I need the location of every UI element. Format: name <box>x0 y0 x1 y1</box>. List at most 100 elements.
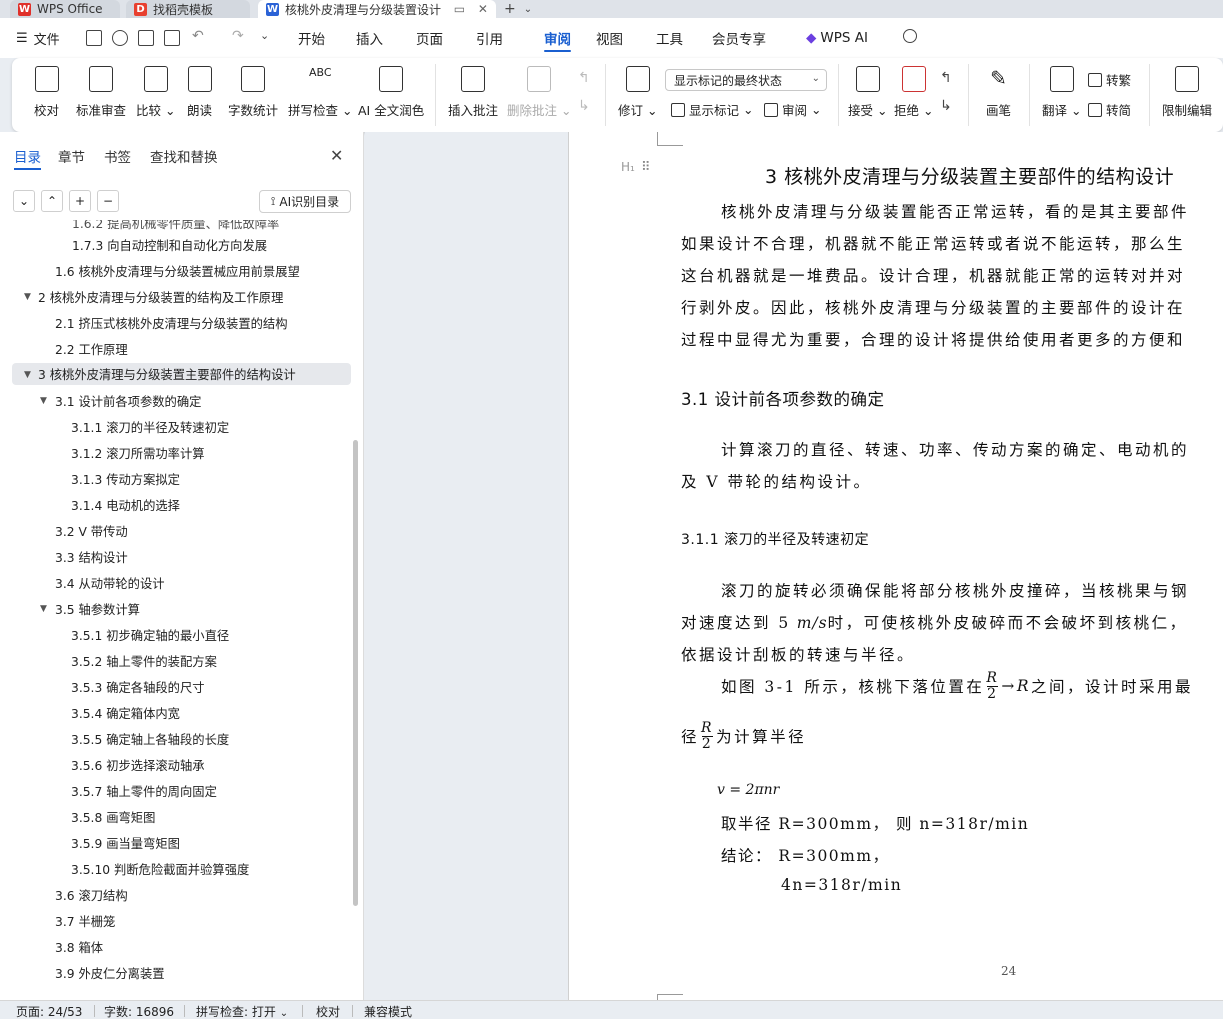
proofread-button[interactable]: 校对 <box>34 66 59 119</box>
save-icon[interactable] <box>86 30 102 46</box>
tab-sections[interactable]: 章节 <box>58 146 85 166</box>
toc-item[interactable]: 3.5.4 确定箱体内宽 <box>71 702 180 724</box>
toc-item[interactable]: 3.5.10 判断危险截面并验算强度 <box>71 858 249 880</box>
toc-item[interactable]: 2 核桃外皮清理与分级装置的结构及工作原理 <box>38 286 283 308</box>
menu-view[interactable]: 视图 <box>596 18 623 58</box>
insert-comment-button[interactable]: 插入批注 <box>448 66 498 119</box>
next-comment-icon[interactable]: ↳ <box>578 98 590 114</box>
tab-bookmarks[interactable]: 书签 <box>104 146 131 166</box>
reject-button[interactable]: 拒绝 ⌄ <box>894 66 933 119</box>
more-chevron-icon[interactable]: ⌄ <box>260 29 269 42</box>
toc-item[interactable]: 3.5.5 确定轴上各轴段的长度 <box>71 728 229 750</box>
close-panel-icon[interactable]: ✕ <box>330 146 343 165</box>
revise-button[interactable]: 修订 ⌄ <box>618 66 657 119</box>
toc-item[interactable]: 3.5.1 初步确定轴的最小直径 <box>71 624 229 646</box>
compare-button[interactable]: 比较 ⌄ <box>136 66 175 119</box>
next-change-icon[interactable]: ↳ <box>940 98 952 114</box>
toc-item[interactable]: 3.6 滚刀结构 <box>55 884 128 906</box>
menu-start[interactable]: 开始 <box>298 18 325 58</box>
to-traditional-button[interactable]: 转繁 <box>1088 70 1131 89</box>
redo-icon[interactable]: ↷ <box>232 28 244 44</box>
toc-item[interactable]: 3.5.3 确定各轴段的尺寸 <box>71 676 205 698</box>
restrict-edit-button[interactable]: 限制编辑 <box>1162 66 1212 119</box>
menu-member[interactable]: 会员专享 <box>712 18 766 58</box>
toc-item[interactable]: 3.1 设计前各项参数的确定 <box>55 390 201 412</box>
tab-float-icon[interactable]: ▭ <box>448 2 465 16</box>
new-tab-button[interactable]: + ⌄ <box>504 0 532 18</box>
toc-scrollbar[interactable] <box>353 440 358 906</box>
toc-item[interactable]: 3.5.9 画当量弯矩图 <box>71 832 180 854</box>
menu-wps-ai[interactable]: ◆ WPS AI <box>806 18 868 58</box>
expand-up-button[interactable]: ⌃ <box>41 190 63 212</box>
add-heading-button[interactable]: + <box>69 190 91 212</box>
toc-item[interactable]: 1.6 核桃外皮清理与分级装置械应用前景展望 <box>55 260 300 282</box>
status-spell-check[interactable]: 拼写检查: 打开 ⌄ <box>196 1003 288 1019</box>
review-pane-button[interactable]: 审阅 ⌄ <box>764 100 821 119</box>
toc-item[interactable]: 3.9 外皮仁分离装置 <box>55 962 165 984</box>
status-page[interactable]: 页面: 24/53 <box>16 1003 82 1019</box>
toc-item[interactable]: 3.5.8 画弯矩图 <box>71 806 155 828</box>
caret-down-icon[interactable]: ▼ <box>40 604 47 614</box>
toc-item[interactable]: 3.8 箱体 <box>55 936 103 958</box>
heading-level-marker[interactable]: H₁ <box>621 160 635 174</box>
toc-item[interactable]: 2.1 挤压式核桃外皮清理与分级装置的结构 <box>55 312 288 334</box>
toc-item[interactable]: 3.2 V 带传动 <box>55 520 128 542</box>
caret-down-icon[interactable]: ▼ <box>24 370 31 380</box>
remove-heading-button[interactable]: − <box>97 190 119 212</box>
toc-item[interactable]: 3.5 轴参数计算 <box>55 598 140 620</box>
menu-reference[interactable]: 引用 <box>476 18 503 58</box>
standard-review-button[interactable]: 标准审查 <box>76 66 126 119</box>
delete-comment-button[interactable]: 删除批注 ⌄ <box>507 66 571 119</box>
previous-change-icon[interactable]: ↰ <box>940 70 952 86</box>
toc-item[interactable]: 3.5.2 轴上零件的装配方案 <box>71 650 217 672</box>
spell-check-button[interactable]: ABC 拼写检查 ⌄ <box>288 66 352 119</box>
document-page[interactable]: H₁ ⠿ 3 核桃外皮清理与分级装置主要部件的结构设计 核桃外皮清理与分级装置能… <box>568 132 1223 1000</box>
toc-item[interactable]: 3.3 结构设计 <box>55 546 128 568</box>
toc-item[interactable]: 3.5.7 轴上零件的周向固定 <box>71 780 217 802</box>
toc-item[interactable]: 3.1.1 滚刀的半径及转速初定 <box>71 416 229 438</box>
export-icon[interactable] <box>112 30 128 46</box>
menu-review[interactable]: 审阅 <box>538 18 577 58</box>
toc-item[interactable]: 3.4 从动带轮的设计 <box>55 572 165 594</box>
tab-toc[interactable]: 目录 <box>14 146 41 170</box>
close-icon[interactable]: ✕ <box>472 2 488 16</box>
menu-tools[interactable]: 工具 <box>656 18 683 58</box>
tab-current-document[interactable]: W 核桃外皮清理与分级装置设计 ▭ ✕ <box>258 0 496 18</box>
menu-insert[interactable]: 插入 <box>356 18 383 58</box>
show-markup-button[interactable]: 显示标记 ⌄ <box>671 100 753 119</box>
status-proofread[interactable]: 校对 <box>316 1003 340 1019</box>
toc-item[interactable]: 3.1.4 电动机的选择 <box>71 494 180 516</box>
accept-button[interactable]: 接受 ⌄ <box>848 66 887 119</box>
toc-item[interactable]: 2.2 工作原理 <box>55 338 128 360</box>
toc-item[interactable]: 3.7 半栅笼 <box>55 910 115 932</box>
print-preview-icon[interactable] <box>164 30 180 46</box>
to-simplified-button[interactable]: 转简 <box>1088 100 1131 119</box>
menu-page[interactable]: 页面 <box>416 18 443 58</box>
toc-item[interactable]: 3.1.2 滚刀所需功率计算 <box>71 442 205 464</box>
tab-wps-office[interactable]: W WPS Office <box>10 0 120 18</box>
ai-toc-button[interactable]: ⟟ AI识别目录 <box>259 190 351 213</box>
markup-state-select[interactable]: 显示标记的最终状态 ⌄ <box>665 69 827 91</box>
collapse-down-button[interactable]: ⌄ <box>13 190 35 212</box>
translate-button[interactable]: 翻译 ⌄ <box>1042 66 1081 119</box>
word-count-button[interactable]: 字数统计 <box>228 66 278 119</box>
previous-comment-icon[interactable]: ↰ <box>578 70 590 86</box>
tab-docer-templates[interactable]: D 找稻壳模板 <box>126 0 250 18</box>
undo-icon[interactable]: ↶ <box>192 28 204 44</box>
toc-item[interactable]: 3.1.3 传动方案拟定 <box>71 468 180 490</box>
status-word-count[interactable]: 字数: 16896 <box>104 1003 174 1019</box>
toc-item-selected[interactable]: 3 核桃外皮清理与分级装置主要部件的结构设计 <box>12 363 351 385</box>
drag-handle-icon[interactable]: ⠿ <box>641 160 650 175</box>
ai-polish-button[interactable]: AI 全文润色 <box>358 66 424 119</box>
toc-item[interactable]: 3.5.6 初步选择滚动轴承 <box>71 754 205 776</box>
pen-button[interactable]: ✎ 画笔 <box>986 66 1011 119</box>
caret-down-icon[interactable]: ▼ <box>24 292 31 302</box>
search-icon[interactable] <box>903 29 917 43</box>
read-aloud-button[interactable]: 朗读 <box>187 66 212 119</box>
print-icon[interactable] <box>138 30 154 46</box>
caret-down-icon[interactable]: ▼ <box>40 396 47 406</box>
toc-item[interactable]: 1.6.2 提高机械零件质量、降低故障率 <box>72 220 279 234</box>
tab-find-replace[interactable]: 查找和替换 <box>150 146 218 166</box>
file-menu[interactable]: ☰ 文件 <box>16 18 60 58</box>
toc-item[interactable]: 1.7.3 向自动控制和自动化方向发展 <box>72 234 267 256</box>
